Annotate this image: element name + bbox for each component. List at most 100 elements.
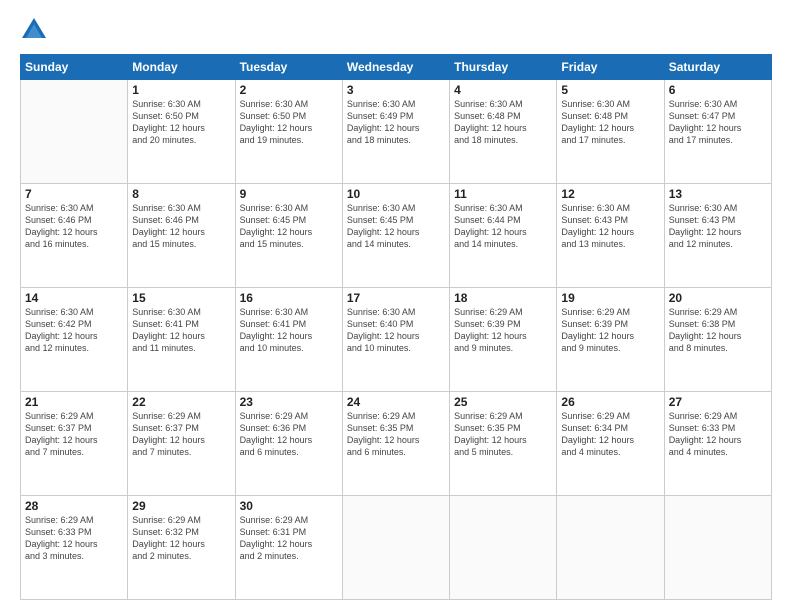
calendar-cell: 13Sunrise: 6:30 AM Sunset: 6:43 PM Dayli… bbox=[664, 184, 771, 288]
day-number: 21 bbox=[25, 395, 123, 409]
calendar-cell: 5Sunrise: 6:30 AM Sunset: 6:48 PM Daylig… bbox=[557, 80, 664, 184]
calendar-cell: 18Sunrise: 6:29 AM Sunset: 6:39 PM Dayli… bbox=[450, 288, 557, 392]
col-header-tuesday: Tuesday bbox=[235, 55, 342, 80]
calendar-cell: 19Sunrise: 6:29 AM Sunset: 6:39 PM Dayli… bbox=[557, 288, 664, 392]
day-info: Sunrise: 6:30 AM Sunset: 6:47 PM Dayligh… bbox=[669, 98, 767, 147]
calendar-cell: 6Sunrise: 6:30 AM Sunset: 6:47 PM Daylig… bbox=[664, 80, 771, 184]
day-info: Sunrise: 6:30 AM Sunset: 6:45 PM Dayligh… bbox=[240, 202, 338, 251]
calendar-cell bbox=[664, 496, 771, 600]
day-number: 29 bbox=[132, 499, 230, 513]
day-number: 15 bbox=[132, 291, 230, 305]
day-info: Sunrise: 6:29 AM Sunset: 6:36 PM Dayligh… bbox=[240, 410, 338, 459]
col-header-saturday: Saturday bbox=[664, 55, 771, 80]
day-info: Sunrise: 6:30 AM Sunset: 6:49 PM Dayligh… bbox=[347, 98, 445, 147]
calendar-cell: 22Sunrise: 6:29 AM Sunset: 6:37 PM Dayli… bbox=[128, 392, 235, 496]
calendar-cell: 21Sunrise: 6:29 AM Sunset: 6:37 PM Dayli… bbox=[21, 392, 128, 496]
day-info: Sunrise: 6:30 AM Sunset: 6:50 PM Dayligh… bbox=[240, 98, 338, 147]
calendar-cell: 27Sunrise: 6:29 AM Sunset: 6:33 PM Dayli… bbox=[664, 392, 771, 496]
day-number: 28 bbox=[25, 499, 123, 513]
day-number: 1 bbox=[132, 83, 230, 97]
calendar-header-row: SundayMondayTuesdayWednesdayThursdayFrid… bbox=[21, 55, 772, 80]
day-number: 3 bbox=[347, 83, 445, 97]
calendar-cell: 16Sunrise: 6:30 AM Sunset: 6:41 PM Dayli… bbox=[235, 288, 342, 392]
day-info: Sunrise: 6:29 AM Sunset: 6:31 PM Dayligh… bbox=[240, 514, 338, 563]
calendar-week-4: 28Sunrise: 6:29 AM Sunset: 6:33 PM Dayli… bbox=[21, 496, 772, 600]
calendar-week-3: 21Sunrise: 6:29 AM Sunset: 6:37 PM Dayli… bbox=[21, 392, 772, 496]
day-info: Sunrise: 6:30 AM Sunset: 6:41 PM Dayligh… bbox=[132, 306, 230, 355]
day-info: Sunrise: 6:30 AM Sunset: 6:50 PM Dayligh… bbox=[132, 98, 230, 147]
day-info: Sunrise: 6:30 AM Sunset: 6:42 PM Dayligh… bbox=[25, 306, 123, 355]
logo bbox=[20, 16, 52, 44]
day-number: 26 bbox=[561, 395, 659, 409]
day-info: Sunrise: 6:29 AM Sunset: 6:34 PM Dayligh… bbox=[561, 410, 659, 459]
day-info: Sunrise: 6:30 AM Sunset: 6:45 PM Dayligh… bbox=[347, 202, 445, 251]
header bbox=[20, 16, 772, 44]
day-number: 19 bbox=[561, 291, 659, 305]
calendar-week-2: 14Sunrise: 6:30 AM Sunset: 6:42 PM Dayli… bbox=[21, 288, 772, 392]
calendar-cell: 9Sunrise: 6:30 AM Sunset: 6:45 PM Daylig… bbox=[235, 184, 342, 288]
day-info: Sunrise: 6:30 AM Sunset: 6:46 PM Dayligh… bbox=[132, 202, 230, 251]
calendar-cell: 17Sunrise: 6:30 AM Sunset: 6:40 PM Dayli… bbox=[342, 288, 449, 392]
day-number: 4 bbox=[454, 83, 552, 97]
calendar-cell bbox=[21, 80, 128, 184]
col-header-sunday: Sunday bbox=[21, 55, 128, 80]
calendar-cell: 30Sunrise: 6:29 AM Sunset: 6:31 PM Dayli… bbox=[235, 496, 342, 600]
calendar-cell: 29Sunrise: 6:29 AM Sunset: 6:32 PM Dayli… bbox=[128, 496, 235, 600]
day-number: 13 bbox=[669, 187, 767, 201]
col-header-monday: Monday bbox=[128, 55, 235, 80]
day-number: 30 bbox=[240, 499, 338, 513]
page: SundayMondayTuesdayWednesdayThursdayFrid… bbox=[0, 0, 792, 612]
day-info: Sunrise: 6:29 AM Sunset: 6:35 PM Dayligh… bbox=[454, 410, 552, 459]
day-info: Sunrise: 6:29 AM Sunset: 6:38 PM Dayligh… bbox=[669, 306, 767, 355]
day-info: Sunrise: 6:29 AM Sunset: 6:37 PM Dayligh… bbox=[132, 410, 230, 459]
day-info: Sunrise: 6:29 AM Sunset: 6:32 PM Dayligh… bbox=[132, 514, 230, 563]
day-number: 9 bbox=[240, 187, 338, 201]
calendar-cell: 25Sunrise: 6:29 AM Sunset: 6:35 PM Dayli… bbox=[450, 392, 557, 496]
day-info: Sunrise: 6:30 AM Sunset: 6:41 PM Dayligh… bbox=[240, 306, 338, 355]
logo-icon bbox=[20, 16, 48, 44]
calendar-week-0: 1Sunrise: 6:30 AM Sunset: 6:50 PM Daylig… bbox=[21, 80, 772, 184]
day-number: 2 bbox=[240, 83, 338, 97]
day-info: Sunrise: 6:30 AM Sunset: 6:40 PM Dayligh… bbox=[347, 306, 445, 355]
calendar-cell: 4Sunrise: 6:30 AM Sunset: 6:48 PM Daylig… bbox=[450, 80, 557, 184]
calendar-week-1: 7Sunrise: 6:30 AM Sunset: 6:46 PM Daylig… bbox=[21, 184, 772, 288]
day-info: Sunrise: 6:30 AM Sunset: 6:43 PM Dayligh… bbox=[561, 202, 659, 251]
calendar-cell bbox=[557, 496, 664, 600]
day-number: 27 bbox=[669, 395, 767, 409]
day-number: 23 bbox=[240, 395, 338, 409]
day-info: Sunrise: 6:29 AM Sunset: 6:33 PM Dayligh… bbox=[669, 410, 767, 459]
calendar-cell: 10Sunrise: 6:30 AM Sunset: 6:45 PM Dayli… bbox=[342, 184, 449, 288]
day-info: Sunrise: 6:29 AM Sunset: 6:37 PM Dayligh… bbox=[25, 410, 123, 459]
calendar-cell: 15Sunrise: 6:30 AM Sunset: 6:41 PM Dayli… bbox=[128, 288, 235, 392]
day-info: Sunrise: 6:29 AM Sunset: 6:33 PM Dayligh… bbox=[25, 514, 123, 563]
calendar-cell bbox=[342, 496, 449, 600]
day-number: 8 bbox=[132, 187, 230, 201]
day-info: Sunrise: 6:30 AM Sunset: 6:43 PM Dayligh… bbox=[669, 202, 767, 251]
day-number: 18 bbox=[454, 291, 552, 305]
calendar-cell: 20Sunrise: 6:29 AM Sunset: 6:38 PM Dayli… bbox=[664, 288, 771, 392]
day-number: 7 bbox=[25, 187, 123, 201]
col-header-friday: Friday bbox=[557, 55, 664, 80]
day-info: Sunrise: 6:30 AM Sunset: 6:48 PM Dayligh… bbox=[454, 98, 552, 147]
calendar-cell: 12Sunrise: 6:30 AM Sunset: 6:43 PM Dayli… bbox=[557, 184, 664, 288]
calendar-cell: 26Sunrise: 6:29 AM Sunset: 6:34 PM Dayli… bbox=[557, 392, 664, 496]
calendar-cell: 23Sunrise: 6:29 AM Sunset: 6:36 PM Dayli… bbox=[235, 392, 342, 496]
day-number: 20 bbox=[669, 291, 767, 305]
day-number: 16 bbox=[240, 291, 338, 305]
calendar-cell: 11Sunrise: 6:30 AM Sunset: 6:44 PM Dayli… bbox=[450, 184, 557, 288]
day-info: Sunrise: 6:29 AM Sunset: 6:39 PM Dayligh… bbox=[561, 306, 659, 355]
day-number: 14 bbox=[25, 291, 123, 305]
day-number: 11 bbox=[454, 187, 552, 201]
day-info: Sunrise: 6:30 AM Sunset: 6:44 PM Dayligh… bbox=[454, 202, 552, 251]
day-info: Sunrise: 6:29 AM Sunset: 6:39 PM Dayligh… bbox=[454, 306, 552, 355]
col-header-wednesday: Wednesday bbox=[342, 55, 449, 80]
calendar-table: SundayMondayTuesdayWednesdayThursdayFrid… bbox=[20, 54, 772, 600]
day-number: 5 bbox=[561, 83, 659, 97]
calendar-cell: 14Sunrise: 6:30 AM Sunset: 6:42 PM Dayli… bbox=[21, 288, 128, 392]
calendar-cell: 28Sunrise: 6:29 AM Sunset: 6:33 PM Dayli… bbox=[21, 496, 128, 600]
calendar-cell: 1Sunrise: 6:30 AM Sunset: 6:50 PM Daylig… bbox=[128, 80, 235, 184]
day-info: Sunrise: 6:30 AM Sunset: 6:46 PM Dayligh… bbox=[25, 202, 123, 251]
day-number: 24 bbox=[347, 395, 445, 409]
day-number: 6 bbox=[669, 83, 767, 97]
day-number: 12 bbox=[561, 187, 659, 201]
